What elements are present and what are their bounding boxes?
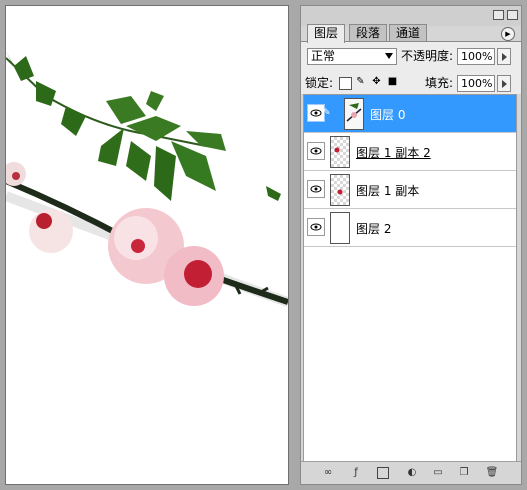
folder-icon[interactable]: ▭ [431,466,445,479]
lock-brush-icon[interactable]: ✎ [355,76,366,87]
minimize-icon[interactable] [493,10,504,20]
layer-row-3[interactable]: 图层 2 [304,209,516,247]
fill-slider-button[interactable] [497,75,511,92]
layer-thumbnail [344,98,364,130]
layer-thumbnail [330,212,350,244]
adjustment-icon[interactable]: ◐ [405,466,419,479]
plum-blossom-artwork [6,51,288,307]
lock-all-icon[interactable]: ■ [387,76,398,87]
blend-mode-select[interactable]: 正常 [307,48,397,65]
blend-mode-value: 正常 [311,49,336,63]
panel-titlebar [301,6,521,26]
eye-icon[interactable] [307,180,325,198]
layer-thumbnail [330,174,350,206]
tab-channels[interactable]: 通道 [389,24,428,42]
fill-input[interactable]: 100% [457,75,495,92]
chevron-down-icon [385,53,393,59]
trash-icon[interactable]: 🗑 [485,466,499,479]
layer-thumbnail [330,136,350,168]
layers-panel: 图层 段落 通道 ▶ 正常 不透明度: 100% 锁定: ✎ ✥ ■ 填充: 1… [300,5,522,485]
panel-menu-button[interactable]: ▶ [501,27,515,41]
close-icon[interactable] [507,10,518,20]
opacity-label: 不透明度: [401,49,454,63]
document-canvas[interactable] [5,5,289,485]
layer-name: 图层 1 副本 2 [356,146,431,160]
fill-label: 填充: [425,76,454,90]
lock-move-icon[interactable]: ✥ [371,76,382,87]
layer-row-0[interactable]: ✎ 图层 0 [304,95,516,133]
fx-icon[interactable]: ƒ [349,466,363,479]
eye-icon[interactable] [307,142,325,160]
opacity-input[interactable]: 100% [457,48,495,65]
lock-transparent-icon[interactable] [339,77,352,90]
layer-row-2[interactable]: 图层 1 副本 [304,171,516,209]
brush-icon: ✎ [323,108,331,118]
layer-name: 图层 0 [370,108,406,122]
tab-layers[interactable]: 图层 [307,24,346,43]
link-icon[interactable]: ∞ [321,466,335,479]
layer-row-1[interactable]: 图层 1 副本 2 [304,133,516,171]
panel-footer: ∞ ƒ ◐ ▭ ❐ 🗑 [301,461,521,484]
layer-name: 图层 2 [356,222,392,236]
layer-name: 图层 1 副本 [356,184,420,198]
mask-icon[interactable] [377,467,389,479]
opacity-slider-button[interactable] [497,48,511,65]
layers-list: ✎ 图层 0 图层 1 副本 2 图层 1 副本 图层 2 [303,94,517,474]
new-layer-icon[interactable]: ❐ [457,466,471,479]
tab-paragraph[interactable]: 段落 [349,24,388,42]
eye-icon[interactable] [307,218,325,236]
layer-controls: 正常 不透明度: 100% 锁定: ✎ ✥ ■ 填充: 100% [301,42,521,94]
lock-label: 锁定: [305,76,334,90]
